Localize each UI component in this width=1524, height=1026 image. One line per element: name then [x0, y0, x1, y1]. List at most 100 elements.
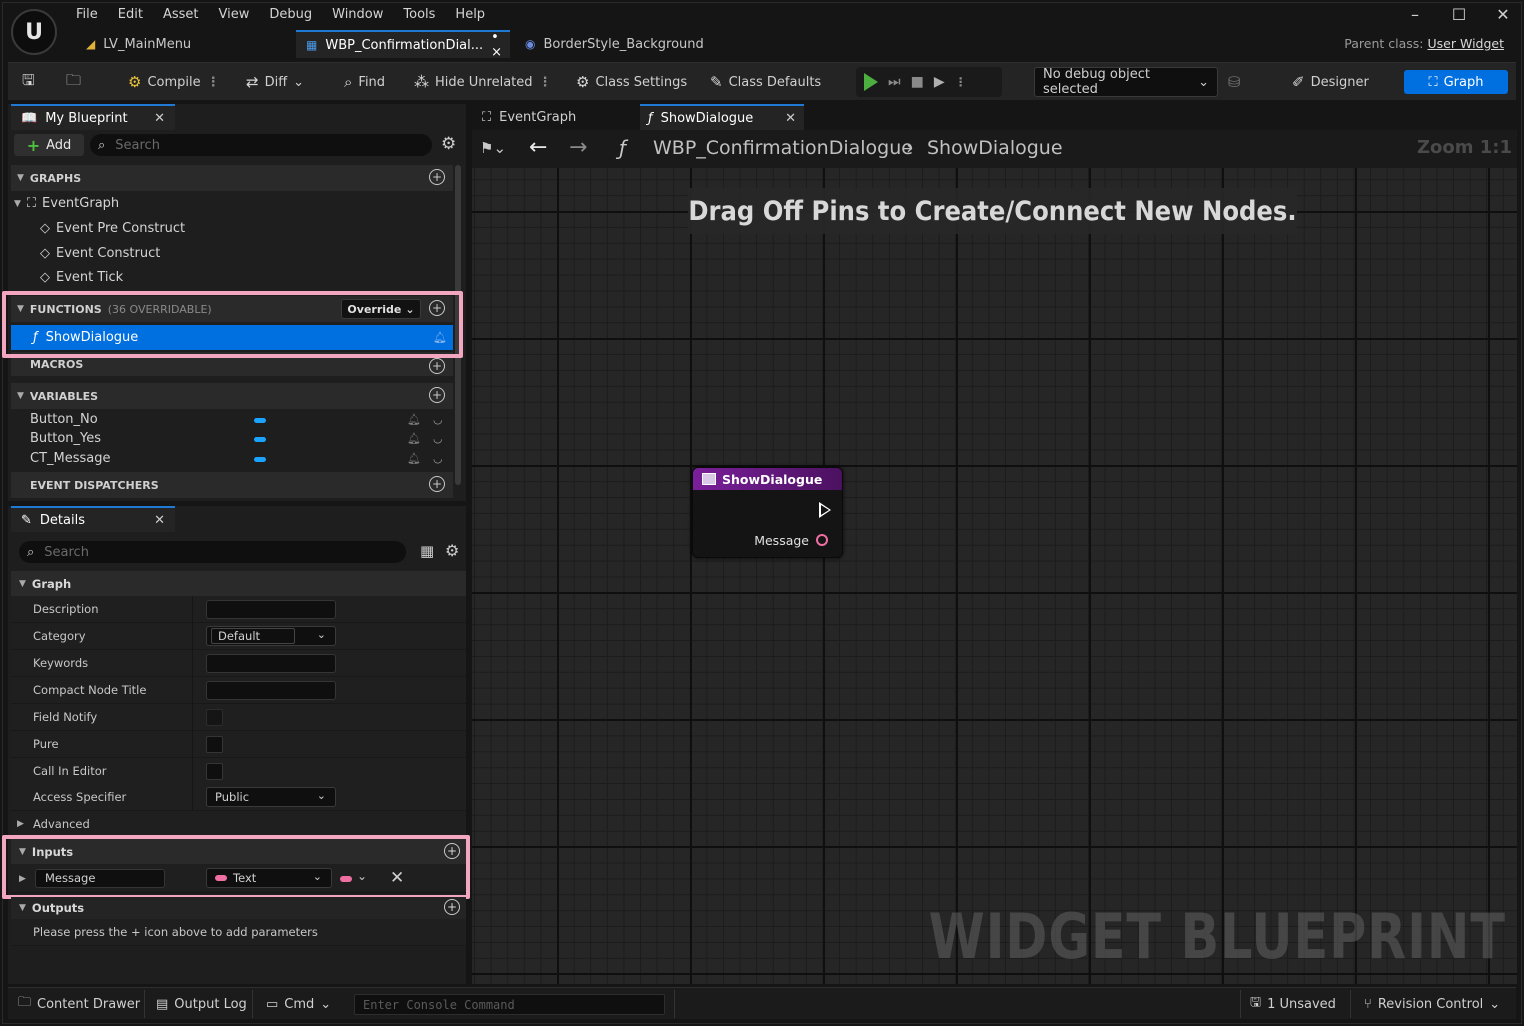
graph-canvas[interactable]	[472, 168, 1517, 984]
call-in-editor-checkbox[interactable]	[206, 763, 223, 780]
tree-item-event-pre-construct[interactable]: ◇ Event Pre Construct	[40, 221, 185, 236]
hide-unrelated-options-icon[interactable]: ⋮	[539, 75, 552, 90]
eject-icon[interactable]: ▶	[934, 74, 945, 90]
my-blueprint-tab[interactable]: 📖 My Blueprint ✕	[11, 104, 175, 130]
variable-button-no[interactable]: Button_No	[30, 412, 98, 427]
cmd-button[interactable]: ▭ Cmd ⌄	[266, 988, 331, 1020]
menu-window[interactable]: Window	[322, 5, 393, 24]
menu-edit[interactable]: Edit	[108, 5, 153, 24]
add-macro-plus-icon[interactable]: +	[429, 358, 445, 374]
add-button[interactable]: + Add	[14, 134, 84, 156]
menu-debug[interactable]: Debug	[259, 5, 322, 24]
class-defaults-button[interactable]: ✎ Class Defaults	[710, 63, 821, 101]
variables-section-header[interactable]: ▼ VARIABLES +	[11, 383, 453, 409]
doc-tab-widget-blueprint[interactable]: ▦ WBP_ConfirmationDial... • ×	[296, 30, 510, 60]
minimize-icon[interactable]: –	[1406, 5, 1424, 24]
class-settings-button[interactable]: ⚙ Class Settings	[576, 63, 687, 101]
play-options-icon[interactable]: ⋮	[955, 75, 967, 89]
access-specifier-combo[interactable]: Public ⌄	[206, 787, 336, 807]
doc-tab-border-style[interactable]: ◉ BorderStyle_Background	[515, 30, 714, 58]
close-icon[interactable]: ✕	[785, 111, 796, 126]
debug-object-select[interactable]: No debug object selected ⌄	[1034, 67, 1218, 97]
designer-button[interactable]: ✐ Designer	[1292, 63, 1369, 101]
tree-item-eventgraph[interactable]: ▼ ⛶ EventGraph	[14, 196, 119, 211]
add-graph-plus-icon[interactable]: +	[429, 169, 445, 185]
hide-unrelated-label: Hide Unrelated	[435, 74, 533, 90]
close-icon[interactable]: ✕	[1494, 5, 1512, 24]
back-arrow-icon[interactable]: ←	[529, 135, 547, 160]
compile-button[interactable]: ⚙ Compile ⋮	[128, 63, 220, 101]
eye-closed-icon[interactable]: ◡	[433, 452, 443, 465]
event-dispatchers-section-header[interactable]: EVENT DISPATCHERS +	[11, 472, 453, 498]
close-icon[interactable]: ✕	[154, 513, 165, 528]
menu-file[interactable]: File	[66, 5, 108, 24]
menu-tools[interactable]: Tools	[393, 5, 445, 24]
my-blueprint-search-input[interactable]: ⌕ Search	[90, 134, 432, 156]
description-field[interactable]	[206, 600, 336, 619]
row-advanced[interactable]: ▶ Advanced	[11, 811, 466, 838]
variable-ct-message[interactable]: CT_Message	[30, 451, 111, 466]
keywords-field[interactable]	[206, 654, 336, 673]
doc-tab-close-icon[interactable]: • ×	[491, 30, 502, 60]
add-output-plus-icon[interactable]: +	[444, 899, 460, 915]
play-icon[interactable]	[864, 73, 878, 91]
tree-item-event-construct[interactable]: ◇ Event Construct	[40, 246, 160, 261]
diff-button[interactable]: ⇄ Diff ⌄	[246, 63, 304, 101]
unsaved-button[interactable]: 🖫 1 Unsaved	[1250, 988, 1336, 1020]
add-dispatcher-plus-icon[interactable]: +	[429, 476, 445, 492]
category-combo[interactable]: Default ⌄	[206, 626, 336, 646]
graph-mode-button[interactable]: ⛶ Graph	[1404, 70, 1508, 94]
designer-icon: ✐	[1292, 73, 1305, 91]
doc-tab-level[interactable]: ◢ LV_MainMenu	[76, 30, 201, 58]
menu-asset[interactable]: Asset	[153, 5, 209, 24]
details-search-input[interactable]: ⌕ Search	[19, 541, 406, 563]
outputs-section[interactable]: ▼ Outputs +	[11, 897, 466, 919]
compile-options-icon[interactable]: ⋮	[207, 75, 220, 90]
settings-gear-icon[interactable]: ⚙	[445, 541, 459, 560]
function-entry-node[interactable]: ShowDialogue Message	[692, 467, 843, 558]
graph-tab-eventgraph[interactable]: ⛶ EventGraph	[474, 104, 634, 130]
output-log-button[interactable]: ▤ Output Log	[156, 988, 247, 1020]
compact-title-field[interactable]	[206, 681, 336, 700]
hide-unrelated-button[interactable]: ⁂ Hide Unrelated ⋮	[414, 63, 552, 101]
message-output-pin[interactable]	[816, 534, 828, 546]
breadcrumb-root[interactable]: WBP_ConfirmationDialogue	[653, 137, 913, 159]
bell-icon[interactable]: 🔔︎	[407, 452, 421, 465]
add-variable-plus-icon[interactable]: +	[429, 387, 445, 403]
unreal-logo-icon[interactable]: U	[11, 9, 57, 55]
content-drawer-button[interactable]: 🗀 Content Drawer	[18, 988, 140, 1020]
graph-tab-showdialogue[interactable]: ƒ ShowDialogue ✕	[640, 104, 804, 130]
exec-output-pin[interactable]	[819, 502, 831, 518]
bell-icon[interactable]: 🔔︎	[407, 413, 421, 426]
breadcrumb-leaf[interactable]: ShowDialogue	[927, 137, 1063, 159]
graph-details-section[interactable]: ▼ Graph	[11, 571, 466, 596]
tree-item-event-tick[interactable]: ◇ Event Tick	[40, 270, 123, 285]
parent-class: Parent class: User Widget	[1344, 36, 1504, 51]
field-notify-checkbox[interactable]	[206, 709, 223, 726]
console-command-input[interactable]: Enter Console Command	[354, 994, 665, 1015]
debug-filter-button[interactable]: ⛁	[1228, 63, 1241, 101]
forward-arrow-icon[interactable]: →	[569, 135, 587, 160]
table-view-icon[interactable]: ▦	[420, 542, 434, 560]
save-button[interactable]: 🖫	[22, 63, 35, 101]
revision-control-button[interactable]: ⑂ Revision Control ⌄	[1364, 988, 1500, 1020]
step-icon[interactable]: ⏭	[888, 74, 901, 90]
menu-help[interactable]: Help	[445, 5, 495, 24]
close-icon[interactable]: ✕	[154, 111, 165, 126]
eye-closed-icon[interactable]: ◡	[433, 413, 443, 426]
parent-class-link[interactable]: User Widget	[1428, 36, 1504, 51]
browse-button[interactable]: 🗀	[66, 63, 81, 101]
menu-view[interactable]: View	[209, 5, 260, 24]
eye-closed-icon[interactable]: ◡	[433, 432, 443, 445]
find-button[interactable]: ⌕ Find	[344, 63, 385, 101]
variable-button-yes[interactable]: Button_Yes	[30, 431, 101, 446]
stop-icon[interactable]: ■	[911, 74, 924, 90]
settings-gear-icon[interactable]: ⚙	[441, 134, 456, 154]
bell-icon[interactable]: 🔔︎	[407, 432, 421, 445]
details-tab[interactable]: ✎ Details ✕	[11, 506, 175, 532]
bookmark-icon[interactable]: ⚑⌄	[480, 139, 506, 157]
graphs-section-header[interactable]: ▼ GRAPHS +	[11, 165, 453, 191]
pure-checkbox[interactable]	[206, 736, 223, 753]
maximize-icon[interactable]: ☐	[1450, 5, 1468, 24]
event-diamond-icon: ◇	[40, 221, 50, 236]
